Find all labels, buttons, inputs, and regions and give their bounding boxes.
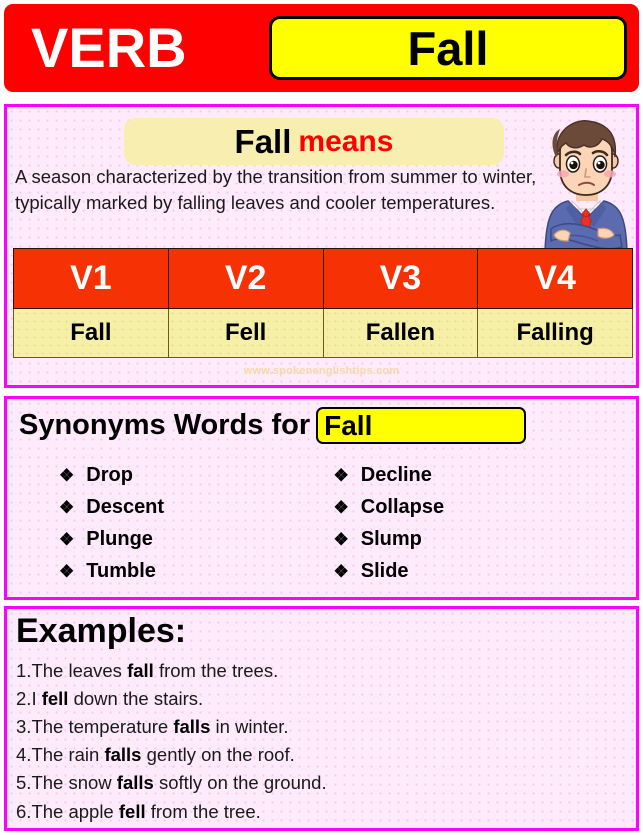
list-item: ❖ Plunge: [59, 523, 322, 555]
example-pre: The temperature: [31, 716, 174, 738]
category-label: VERB: [31, 16, 187, 79]
example-post: softly on the ground.: [153, 772, 327, 794]
synonyms-word: Fall: [324, 409, 373, 441]
table-header-v2: V2: [167, 248, 324, 309]
list-item: ❖ Slide: [334, 555, 637, 587]
diamond-bullet-icon: ❖: [59, 466, 75, 485]
synonyms-title-row: Synonyms Words for Fall: [19, 407, 527, 444]
diamond-bullet-icon: ❖: [59, 498, 75, 517]
example-number: 3.: [16, 716, 32, 738]
synonyms-right-column: ❖ Decline ❖ Collapse ❖ Slump ❖ Slide: [322, 459, 637, 587]
synonyms-word-box: Fall: [316, 407, 527, 444]
synonym-label: Plunge: [86, 528, 153, 550]
examples-section: Examples: 1.The leaves fall from the tre…: [4, 606, 639, 831]
example-pre: The leaves: [31, 660, 128, 681]
synonym-label: Tumble: [86, 560, 156, 582]
verb-worksheet-page: VERB Fall Fall means A season characteri…: [0, 0, 643, 835]
example-number: 6.: [16, 800, 32, 822]
synonyms-left-column: ❖ Drop ❖ Descent ❖ Plunge ❖ Tumble: [7, 459, 322, 587]
table-header-v4: V4: [477, 248, 633, 309]
example-post: in winter.: [210, 716, 289, 738]
means-word: Fall: [234, 123, 292, 160]
definition-text: A season characterized by the transition…: [15, 166, 537, 214]
header-banner: VERB Fall: [4, 4, 639, 92]
diamond-bullet-icon: ❖: [333, 562, 349, 581]
example-verb: fell: [41, 688, 69, 710]
list-item: 2.I fell down the stairs.: [16, 685, 616, 713]
header-word: Fall: [407, 21, 489, 75]
example-verb: falls: [116, 772, 154, 794]
synonym-label: Collapse: [360, 496, 445, 518]
example-post: gently on the roof.: [141, 744, 295, 766]
list-item: 6.The apple fell from the tree.: [16, 798, 616, 826]
list-item: 4.The rain falls gently on the roof.: [16, 741, 616, 769]
table-cell-v4: Falling: [477, 308, 633, 358]
table-cell-v3: Fallen: [322, 308, 479, 358]
example-verb: falls: [173, 716, 211, 738]
example-number: 4.: [16, 744, 32, 766]
verb-forms-table: V1 V2 V3 V4 Fall Fell Fallen Falling: [13, 248, 633, 358]
synonyms-title: Synonyms Words for: [19, 409, 311, 441]
example-verb: falls: [104, 744, 142, 766]
list-item: ❖ Collapse: [334, 491, 637, 523]
example-pre: The snow: [31, 772, 117, 794]
diamond-bullet-icon: ❖: [333, 466, 349, 485]
example-post: down the stairs.: [68, 688, 204, 710]
diamond-bullet-icon: ❖: [59, 530, 75, 549]
example-post: from the trees.: [153, 660, 279, 681]
table-cell-v2: Fell: [167, 308, 324, 358]
synonym-label: Slump: [360, 528, 422, 550]
synonym-label: Decline: [360, 464, 432, 486]
table-header-v3: V3: [322, 248, 479, 309]
list-item: ❖ Drop: [59, 459, 322, 491]
diamond-bullet-icon: ❖: [59, 562, 75, 581]
examples-list: 1.The leaves fall from the trees. 2.I fe…: [16, 657, 616, 826]
list-item: ❖ Tumble: [59, 555, 322, 587]
synonym-label: Descent: [86, 496, 165, 518]
means-suffix: means: [298, 124, 394, 158]
synonyms-columns: ❖ Drop ❖ Descent ❖ Plunge ❖ Tumble ❖ Dec…: [7, 459, 636, 587]
table-cell-v1: Fall: [13, 308, 169, 358]
list-item: 3.The temperature falls in winter.: [16, 713, 616, 741]
table-value-row: Fall Fell Fallen Falling: [13, 308, 633, 358]
confused-man-illustration: [544, 120, 628, 252]
examples-title: Examples:: [16, 612, 187, 650]
list-item: 1.The leaves fall from the trees.: [16, 657, 616, 685]
table-header-row: V1 V2 V3 V4: [13, 248, 633, 309]
list-item: ❖ Slump: [334, 523, 637, 555]
synonyms-section: Synonyms Words for Fall ❖ Drop ❖ Descent…: [4, 396, 639, 600]
header-word-box: Fall: [269, 16, 627, 80]
list-item: ❖ Decline: [334, 459, 637, 491]
list-item: ❖ Descent: [59, 491, 322, 523]
synonym-label: Slide: [360, 560, 409, 582]
example-number: 2.: [16, 688, 32, 710]
synonym-label: Drop: [86, 464, 133, 486]
diamond-bullet-icon: ❖: [333, 530, 349, 549]
example-number: 5.: [16, 772, 32, 794]
example-number: 1.: [16, 660, 32, 681]
watermark: www.spokenenglishtips.com: [243, 365, 400, 377]
table-header-v1: V1: [13, 248, 169, 309]
example-post: from the tree.: [145, 800, 261, 822]
example-verb: fell: [118, 800, 146, 822]
example-pre: The rain: [31, 744, 105, 766]
example-pre: The apple: [31, 800, 119, 822]
example-pre: I: [31, 688, 42, 710]
meaning-section: Fall means A season characterized by the…: [4, 104, 639, 388]
example-verb: fall: [127, 660, 154, 681]
list-item: 5.The snow falls softly on the ground.: [16, 769, 616, 797]
diamond-bullet-icon: ❖: [333, 498, 349, 517]
means-label-box: Fall means: [124, 118, 504, 165]
